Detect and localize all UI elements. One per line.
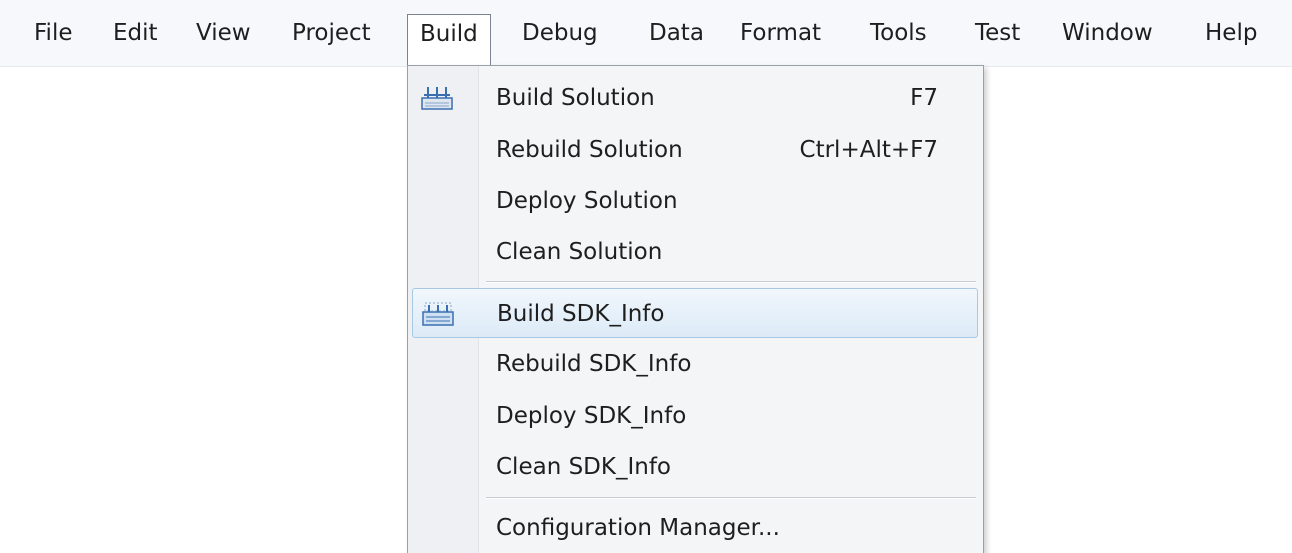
menu-item-shortcut: F7 xyxy=(910,85,938,111)
menu-item-label: Rebuild SDK_Info xyxy=(496,351,692,377)
menu-item-label: Deploy Solution xyxy=(496,188,678,214)
menu-item-configuration-manager[interactable]: Configuration Manager... xyxy=(412,503,978,553)
build-solution-icon xyxy=(420,84,454,112)
menu-item-clean-solution[interactable]: Clean Solution xyxy=(412,227,978,277)
menu-item-build-solution[interactable]: Build Solution F7 xyxy=(412,73,978,123)
app-window: File Edit View Project Build Debug Data … xyxy=(0,0,1292,553)
menu-data[interactable]: Data xyxy=(637,14,716,52)
menu-item-deploy-solution[interactable]: Deploy Solution xyxy=(412,176,978,226)
menu-help[interactable]: Help xyxy=(1193,14,1269,52)
menu-item-clean-sdk-info[interactable]: Clean SDK_Info xyxy=(412,442,978,492)
menu-item-build-sdk-info[interactable]: Build SDK_Info xyxy=(412,288,978,338)
build-project-icon xyxy=(421,300,455,328)
menu-format[interactable]: Format xyxy=(728,14,833,52)
menu-build[interactable]: Build xyxy=(407,14,491,66)
menu-debug[interactable]: Debug xyxy=(510,14,610,52)
menu-item-label: Clean SDK_Info xyxy=(496,454,672,480)
menu-item-label: Configuration Manager... xyxy=(496,515,780,541)
menu-project[interactable]: Project xyxy=(280,14,383,52)
menu-item-label: Clean Solution xyxy=(496,239,663,265)
menu-view[interactable]: View xyxy=(184,14,263,52)
menu-item-label: Rebuild Solution xyxy=(496,137,683,163)
menu-item-deploy-sdk-info[interactable]: Deploy SDK_Info xyxy=(412,391,978,441)
menu-item-rebuild-sdk-info[interactable]: Rebuild SDK_Info xyxy=(412,339,978,389)
menu-tools[interactable]: Tools xyxy=(858,14,939,52)
menu-edit[interactable]: Edit xyxy=(101,14,170,52)
menu-file[interactable]: File xyxy=(22,14,85,52)
menu-item-rebuild-solution[interactable]: Rebuild Solution Ctrl+Alt+F7 xyxy=(412,125,978,175)
menu-item-shortcut: Ctrl+Alt+F7 xyxy=(799,137,938,163)
menu-item-label: Build Solution xyxy=(496,85,655,111)
menu-item-label: Build SDK_Info xyxy=(497,301,665,327)
build-menu-dropdown: Build Solution F7 Rebuild Solution Ctrl+… xyxy=(407,65,984,553)
menu-window[interactable]: Window xyxy=(1050,14,1165,52)
menu-test[interactable]: Test xyxy=(963,14,1032,52)
menu-separator xyxy=(486,497,976,499)
menu-separator xyxy=(486,281,976,283)
menu-bar: File Edit View Project Build Debug Data … xyxy=(0,0,1292,67)
menu-item-label: Deploy SDK_Info xyxy=(496,403,687,429)
